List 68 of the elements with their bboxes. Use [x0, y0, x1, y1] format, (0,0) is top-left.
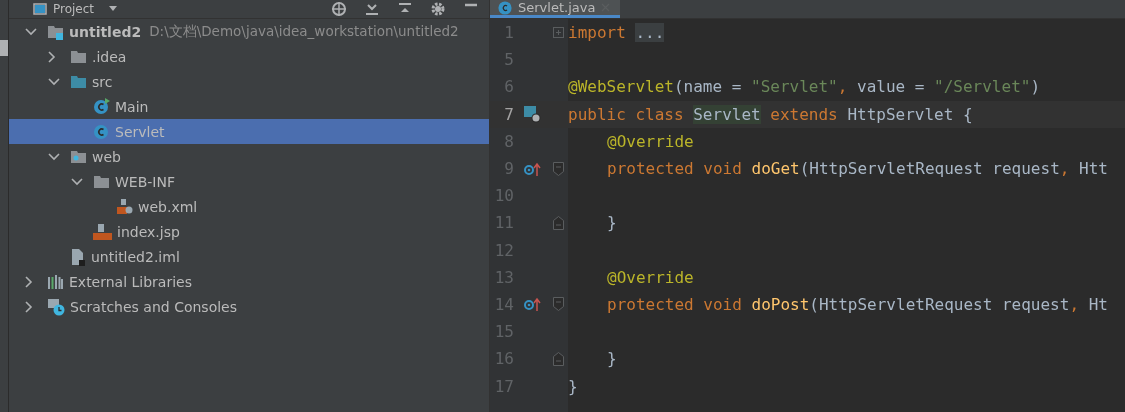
item-label: Scratches and Consoles	[70, 298, 237, 315]
servlet-icon[interactable]	[524, 105, 541, 123]
chevron-down-icon[interactable]	[71, 177, 83, 186]
code-line: }	[606, 213, 617, 233]
line-number: 7	[503, 104, 514, 124]
item-label: untitled2	[69, 23, 142, 40]
item-label: .idea	[92, 48, 127, 65]
chevron-right-icon[interactable]	[25, 300, 33, 313]
folder-icon	[70, 49, 87, 64]
class-icon	[498, 0, 512, 15]
class-icon	[93, 98, 110, 115]
dropdown-icon[interactable]	[108, 5, 119, 13]
panel-title[interactable]: Project	[53, 2, 95, 16]
code-line: import ...	[568, 23, 665, 43]
code-line: }	[606, 349, 617, 369]
item-label: index.jsp	[117, 223, 180, 240]
folder-icon	[93, 174, 110, 189]
override-icon[interactable]	[524, 297, 541, 312]
item-label: Servlet	[115, 123, 165, 140]
tree-item[interactable]: External Libraries	[9, 269, 489, 294]
xml-file-icon	[116, 198, 133, 215]
chevron-down-icon[interactable]	[25, 27, 37, 36]
item-label: untitled2.iml	[91, 248, 180, 265]
tree-item[interactable]: index.jsp	[9, 219, 489, 244]
tree-item[interactable]: Scratches and Consoles	[9, 294, 489, 319]
code-line: protected void doPost(HttpServletRequest request, Ht	[606, 294, 1108, 314]
tree-item[interactable]: untitled2.iml	[9, 244, 489, 269]
tree-item[interactable]: web	[9, 144, 489, 169]
module-folder-icon	[47, 23, 64, 40]
file-icon	[70, 247, 86, 266]
code-line: @Override	[606, 267, 694, 287]
panel-icon	[33, 3, 47, 15]
item-label: web.xml	[138, 198, 198, 215]
code-line: @Override	[606, 131, 694, 151]
chevron-right-icon[interactable]	[48, 50, 56, 63]
chevron-down-icon[interactable]	[48, 77, 60, 86]
settings-icon[interactable]	[430, 1, 446, 17]
jsp-file-icon	[93, 223, 112, 240]
item-label: web	[92, 148, 121, 165]
tree-item[interactable]: .idea	[9, 44, 489, 69]
libraries-icon	[47, 273, 64, 290]
fold-start-icon[interactable]	[552, 161, 564, 176]
fold-start-icon[interactable]	[552, 297, 564, 312]
chevron-down-icon[interactable]	[48, 152, 60, 161]
folder-icon	[70, 74, 87, 89]
item-label: WEB-INF	[115, 173, 175, 190]
item-label: src	[92, 73, 113, 90]
tree-item[interactable]: untitled2 D:\文档\Demo\java\idea_workstation\untitled2	[9, 19, 489, 44]
editor-tab[interactable]: Servlet.java	[490, 0, 621, 18]
class-icon	[93, 123, 110, 140]
tree-item[interactable]: src	[9, 69, 489, 94]
scratches-icon	[47, 297, 65, 316]
code-line: protected void doGet(HttpServletRequest request, Htt	[606, 159, 1108, 179]
collapse-all-icon[interactable]	[364, 1, 380, 17]
override-icon[interactable]	[524, 161, 541, 176]
item-label: Main	[115, 98, 149, 115]
crosshair-icon[interactable]	[331, 1, 347, 17]
chevron-right-icon[interactable]	[25, 275, 33, 288]
item-path: D:\文档\Demo\java\idea_workstation\untitled2	[149, 22, 459, 41]
tab-label: Servlet.java	[518, 0, 596, 15]
tree-item[interactable]: Main	[9, 94, 489, 119]
tree-item[interactable]: web.xml	[9, 194, 489, 219]
web-folder-icon	[70, 149, 87, 164]
code-line: }	[568, 376, 578, 396]
code-line: @WebServlet(name = "Servlet", value = "/Servlet")	[568, 77, 1041, 97]
item-label: External Libraries	[69, 273, 192, 290]
code-line: public class Servlet extends HttpServlet {	[568, 104, 973, 124]
tree-item[interactable]: WEB-INF	[9, 169, 489, 194]
